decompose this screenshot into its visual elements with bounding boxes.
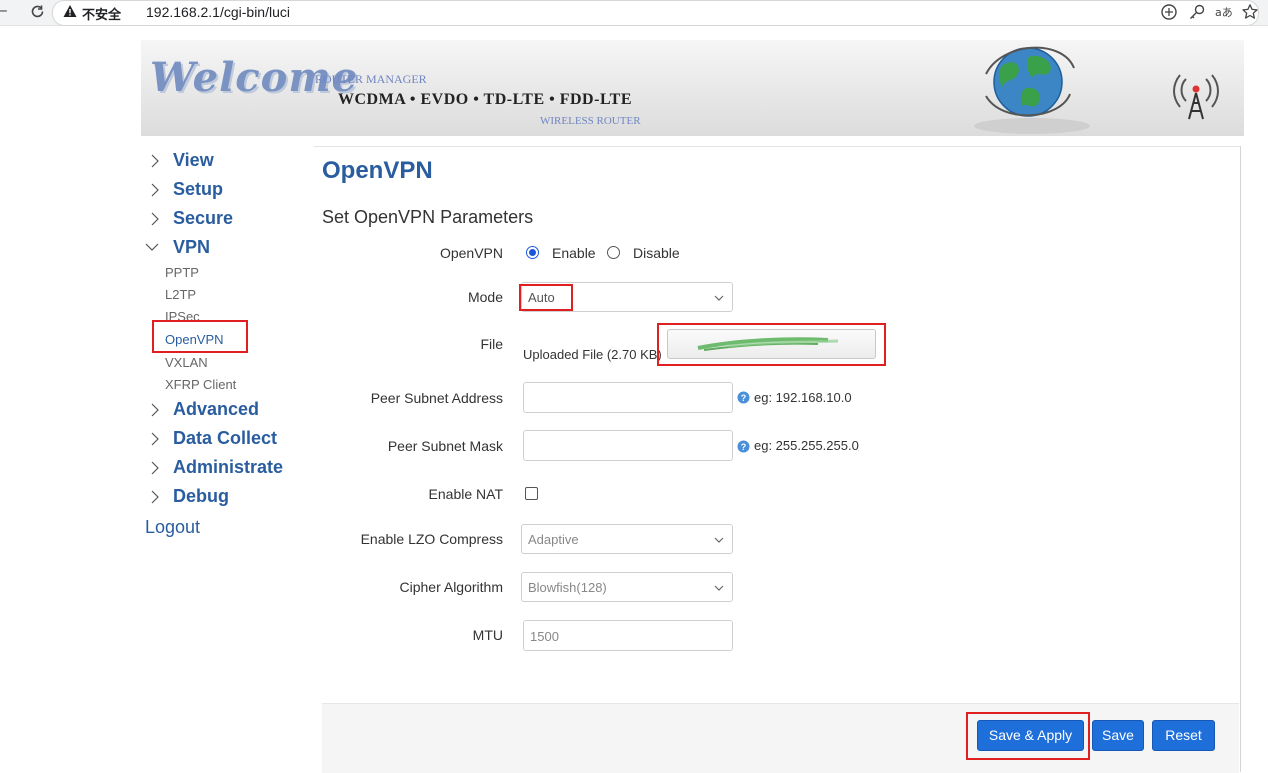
reset-button[interactable]: Reset xyxy=(1152,720,1215,751)
banner-manager-text: ROUTER MANAGER xyxy=(315,72,427,86)
mode-label: Mode xyxy=(467,289,503,305)
chevron-down-icon xyxy=(714,537,724,543)
chevron-right-icon xyxy=(151,403,159,417)
peer-subnet-mask-input[interactable] xyxy=(523,430,733,461)
cipher-select[interactable]: Blowfish(128) xyxy=(521,572,733,602)
highlight-box-file xyxy=(657,323,886,366)
sidebar-item-setup[interactable]: Setup xyxy=(173,179,223,200)
content-frame-top xyxy=(314,146,1241,147)
back-arrow-icon[interactable]: – xyxy=(0,2,7,20)
mtu-input[interactable]: 1500 xyxy=(523,620,733,651)
file-label: File xyxy=(480,336,503,352)
chevron-down-icon xyxy=(714,585,724,591)
svg-text:?: ? xyxy=(741,442,747,452)
peer-subnet-mask-label: Peer Subnet Mask xyxy=(387,438,503,454)
chevron-right-icon xyxy=(151,154,159,168)
banner-subtitle-text: WIRELESS ROUTER xyxy=(540,115,641,127)
browser-toolbar: – 不安全 192.168.2.1/cgi-bin/luci aあ xyxy=(0,0,1268,26)
highlight-box-openvpn xyxy=(152,320,248,353)
key-icon[interactable] xyxy=(1188,3,1206,21)
cipher-value: Blowfish(128) xyxy=(528,580,607,595)
sidebar-subitem-vxlan[interactable]: VXLAN xyxy=(165,355,208,370)
lzo-label: Enable LZO Compress xyxy=(360,531,503,547)
peer-subnet-address-hint: eg: 192.168.10.0 xyxy=(754,390,852,405)
sidebar-item-data-collect[interactable]: Data Collect xyxy=(173,428,277,449)
enable-nat-checkbox[interactable] xyxy=(525,487,538,500)
chevron-down-icon xyxy=(145,243,159,251)
sidebar-item-view[interactable]: View xyxy=(173,150,214,171)
cipher-label: Cipher Algorithm xyxy=(399,579,504,595)
globe-icon xyxy=(974,46,1090,134)
antenna-tower-icon xyxy=(1173,74,1219,120)
security-label[interactable]: 不安全 xyxy=(82,4,121,23)
mtu-label: MTU xyxy=(472,627,503,643)
sidebar-subitem-l2tp[interactable]: L2TP xyxy=(165,287,196,302)
reload-icon[interactable] xyxy=(29,3,46,20)
chevron-right-icon xyxy=(151,432,159,446)
openvpn-disable-radio[interactable] xyxy=(607,246,620,259)
openvpn-enable-radio[interactable] xyxy=(526,246,539,259)
url-text[interactable]: 192.168.2.1/cgi-bin/luci xyxy=(146,4,290,20)
page-title: OpenVPN xyxy=(322,157,433,184)
sidebar-subitem-xfrp-client[interactable]: XFRP Client xyxy=(165,377,236,392)
enable-nat-label: Enable NAT xyxy=(428,486,503,502)
chevron-right-icon xyxy=(151,490,159,504)
sidebar-subitem-pptp[interactable]: PPTP xyxy=(165,265,199,280)
mtu-value: 1500 xyxy=(530,629,559,644)
sidebar-item-secure[interactable]: Secure xyxy=(173,208,233,229)
star-icon[interactable] xyxy=(1241,3,1259,21)
svg-text:?: ? xyxy=(741,393,747,403)
highlight-box-save-apply xyxy=(966,712,1090,760)
banner-tech-text: WCDMA • EVDO • TD-LTE • FDD-LTE xyxy=(338,91,632,108)
warning-icon[interactable] xyxy=(63,4,77,18)
openvpn-label: OpenVPN xyxy=(439,245,503,261)
sidebar-item-administrate[interactable]: Administrate xyxy=(173,457,283,478)
sidebar-item-advanced[interactable]: Advanced xyxy=(173,399,259,420)
sidebar-item-vpn[interactable]: VPN xyxy=(173,237,210,258)
chevron-right-icon xyxy=(151,212,159,226)
lzo-select[interactable]: Adaptive xyxy=(521,524,733,554)
highlight-box-mode xyxy=(519,284,573,311)
content-frame-right xyxy=(1240,146,1241,772)
chevron-right-icon xyxy=(151,183,159,197)
openvpn-disable-label[interactable]: Disable xyxy=(633,245,680,261)
translate-icon[interactable]: aあ xyxy=(1214,3,1232,21)
peer-subnet-address-input[interactable] xyxy=(523,382,733,413)
extension-icon[interactable] xyxy=(1160,3,1178,21)
lzo-value: Adaptive xyxy=(528,532,579,547)
logout-link[interactable]: Logout xyxy=(145,517,200,538)
svg-text:aあ: aあ xyxy=(1215,6,1232,19)
help-icon[interactable]: ? xyxy=(737,440,750,453)
help-icon[interactable]: ? xyxy=(737,391,750,404)
file-status-text: Uploaded File (2.70 KB) xyxy=(523,347,662,362)
peer-subnet-address-label: Peer Subnet Address xyxy=(370,390,503,406)
section-title: Set OpenVPN Parameters xyxy=(322,207,534,227)
openvpn-enable-label[interactable]: Enable xyxy=(552,245,596,261)
chevron-right-icon xyxy=(151,461,159,475)
save-button[interactable]: Save xyxy=(1092,720,1144,751)
sidebar-item-debug[interactable]: Debug xyxy=(173,486,229,507)
peer-subnet-mask-hint: eg: 255.255.255.0 xyxy=(754,438,859,453)
chevron-down-icon xyxy=(714,295,724,301)
